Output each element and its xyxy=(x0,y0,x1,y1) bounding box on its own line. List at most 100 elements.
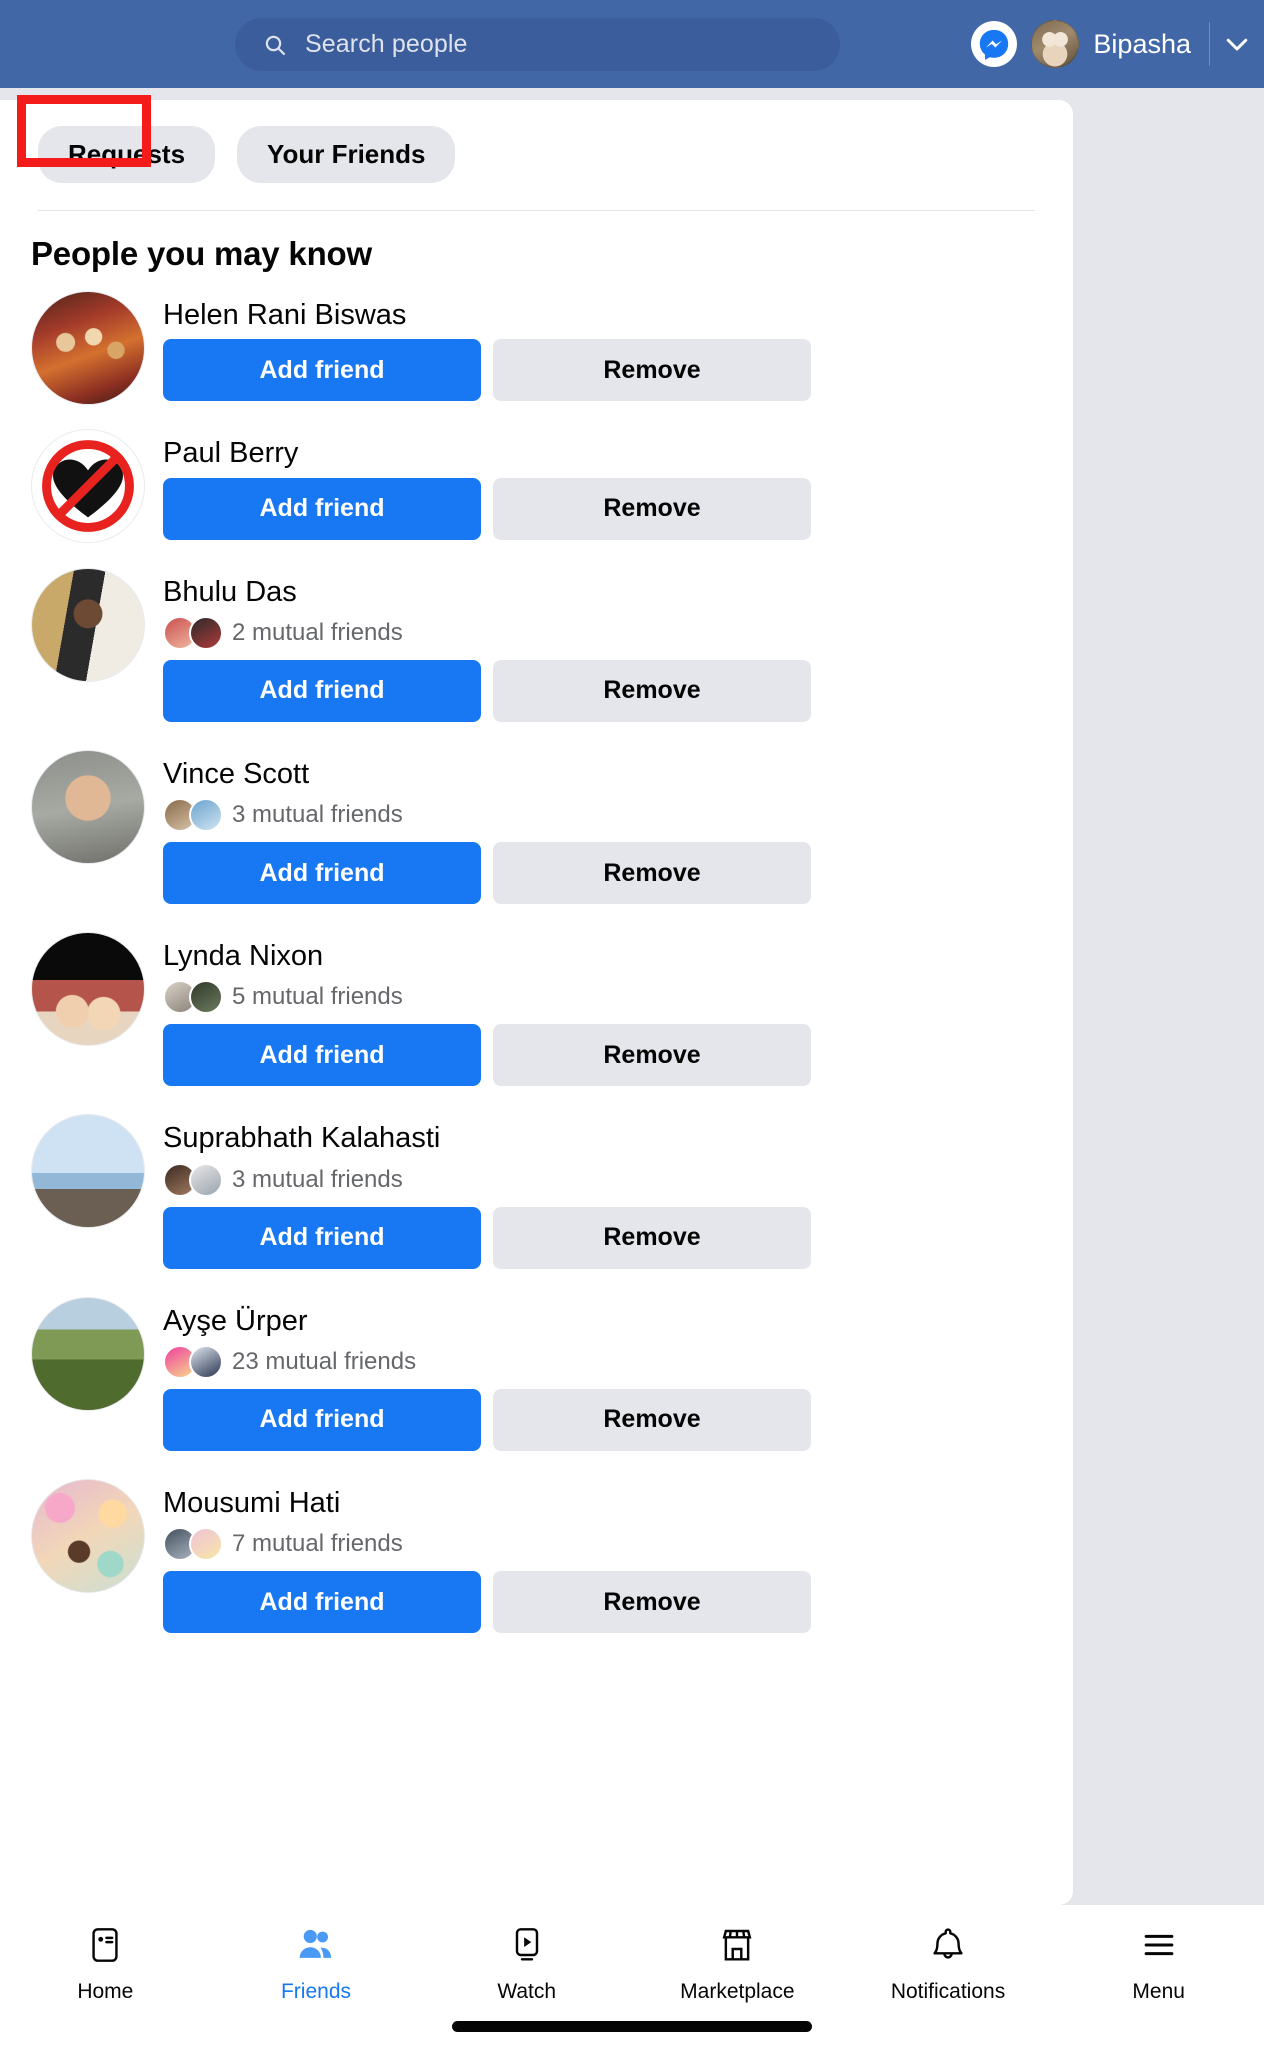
person-name[interactable]: Bhulu Das xyxy=(163,574,1039,610)
tab-your-friends[interactable]: Your Friends xyxy=(237,126,456,183)
mutual-avatar xyxy=(189,798,223,832)
mutual-friend-avatars xyxy=(163,980,223,1015)
home-indicator-bar xyxy=(452,2021,812,2032)
mutual-avatar xyxy=(189,1527,223,1561)
person-avatar[interactable] xyxy=(31,1296,145,1411)
list-item: Vince Scott 3 mutual friends Add friend … xyxy=(0,746,1073,922)
person-name[interactable]: Ayşe Ürper xyxy=(163,1303,1039,1339)
mutual-friend-avatars xyxy=(163,798,223,832)
account-name: Bipasha xyxy=(1093,28,1191,59)
list-item: Suprabhath Kalahasti 3 mutual friends Ad… xyxy=(0,1110,1073,1286)
list-item: Bhulu Das 2 mutual friends Add friend Re… xyxy=(0,564,1073,740)
add-friend-button[interactable]: Add friend xyxy=(163,659,481,722)
marketplace-icon xyxy=(717,1925,757,1970)
nav-item-notifications[interactable]: Notifications xyxy=(843,1925,1054,2004)
watch-play-icon xyxy=(507,1925,547,1970)
list-item: Helen Rani Biswas Add friend Remove xyxy=(0,287,1073,419)
chevron-down-icon[interactable] xyxy=(1210,29,1264,59)
search-input[interactable]: Search people xyxy=(235,18,840,71)
person-name[interactable]: Helen Rani Biswas xyxy=(163,297,1039,333)
mutual-friends: 7 mutual friends xyxy=(163,1527,1039,1561)
nav-item-marketplace[interactable]: Marketplace xyxy=(632,1925,843,2004)
mutual-friend-avatars xyxy=(163,1344,223,1379)
remove-button[interactable]: Remove xyxy=(493,842,811,904)
mutual-friends: 5 mutual friends xyxy=(163,980,1039,1015)
person-avatar[interactable] xyxy=(31,1114,145,1229)
tab-requests[interactable]: Requests xyxy=(38,126,216,183)
remove-button[interactable]: Remove xyxy=(493,1571,811,1633)
add-friend-button[interactable]: Add friend xyxy=(163,1024,481,1087)
nav-label: Friends xyxy=(280,1980,352,2003)
person-name[interactable]: Paul Berry xyxy=(163,435,1039,471)
home-feed-icon xyxy=(85,1925,125,1970)
list-item: Mousumi Hati 7 mutual friends Add friend… xyxy=(0,1475,1073,1651)
person-avatar[interactable] xyxy=(31,749,145,864)
remove-button[interactable]: Remove xyxy=(493,339,811,402)
add-friend-button[interactable]: Add friend xyxy=(163,1388,481,1451)
remove-button[interactable]: Remove xyxy=(493,1024,811,1087)
mutual-friends-count: 7 mutual friends xyxy=(232,1530,403,1557)
mutual-friends-count: 3 mutual friends xyxy=(232,1165,403,1193)
person-avatar[interactable] xyxy=(31,932,145,1046)
nav-label: Notifications xyxy=(890,1980,1006,2003)
add-friend-button[interactable]: Add friend xyxy=(163,1206,481,1269)
bottom-navigation-bar: Home Friends Watch Marketplace Notificat… xyxy=(0,1905,1264,2048)
friends-panel: Requests Your Friends People you may kno… xyxy=(0,100,1073,1905)
bell-icon xyxy=(928,1925,968,1970)
remove-button[interactable]: Remove xyxy=(493,1206,811,1269)
nav-item-friends[interactable]: Friends xyxy=(211,1925,422,2004)
mutual-friends: 23 mutual friends xyxy=(163,1344,1039,1379)
person-name[interactable]: Suprabhath Kalahasti xyxy=(163,1120,1039,1156)
mutual-avatar xyxy=(189,1344,223,1379)
mutual-friends: 3 mutual friends xyxy=(163,798,1039,832)
mutual-friends-count: 2 mutual friends xyxy=(232,618,403,646)
list-item: Ayşe Ürper 23 mutual friends Add friend … xyxy=(0,1293,1073,1469)
mutual-friends-count: 3 mutual friends xyxy=(232,801,403,828)
person-avatar[interactable] xyxy=(31,291,145,405)
mutual-avatar xyxy=(189,1162,223,1197)
header-right-group: Bipasha xyxy=(971,0,1264,88)
mutual-friend-avatars xyxy=(163,1162,223,1197)
nav-label: Marketplace xyxy=(680,1980,795,2003)
page-title: People you may know xyxy=(31,235,372,272)
remove-button[interactable]: Remove xyxy=(493,477,811,540)
top-header-bar: Search people Bipasha xyxy=(0,0,1264,88)
nav-label: Home xyxy=(77,1980,134,2003)
mutual-friends-count: 23 mutual friends xyxy=(232,1347,417,1375)
mutual-friends-count: 5 mutual friends xyxy=(232,983,403,1011)
avatar[interactable] xyxy=(1031,20,1080,68)
friends-icon xyxy=(296,1925,336,1970)
mutual-friend-avatars xyxy=(163,615,223,650)
add-friend-button[interactable]: Add friend xyxy=(163,842,481,904)
add-friend-button[interactable]: Add friend xyxy=(163,477,481,540)
nav-item-home[interactable]: Home xyxy=(0,1925,211,2004)
add-friend-button[interactable]: Add friend xyxy=(163,339,481,402)
search-placeholder-text: Search people xyxy=(305,30,468,58)
mutual-avatar xyxy=(189,980,223,1015)
mutual-friend-avatars xyxy=(163,1527,223,1561)
nav-label: Watch xyxy=(497,1980,557,2003)
person-name[interactable]: Vince Scott xyxy=(163,756,1039,792)
mutual-friends: 3 mutual friends xyxy=(163,1162,1039,1197)
people-you-may-know-list: Helen Rani Biswas Add friend Remove Paul… xyxy=(0,287,1073,1651)
person-avatar[interactable] xyxy=(31,429,145,544)
list-item: Lynda Nixon 5 mutual friends Add friend … xyxy=(0,928,1073,1104)
list-item: Paul Berry Add friend Remove xyxy=(0,425,1073,557)
add-friend-button[interactable]: Add friend xyxy=(163,1571,481,1633)
search-icon xyxy=(263,33,287,57)
person-name[interactable]: Lynda Nixon xyxy=(163,938,1039,974)
messenger-icon[interactable] xyxy=(971,21,1018,67)
no-heart-icon xyxy=(42,440,134,533)
person-name[interactable]: Mousumi Hati xyxy=(163,1485,1039,1521)
mutual-avatar xyxy=(189,615,223,650)
nav-item-watch[interactable]: Watch xyxy=(421,1925,632,2004)
remove-button[interactable]: Remove xyxy=(493,659,811,722)
hamburger-menu-icon xyxy=(1139,1925,1179,1970)
nav-item-menu[interactable]: Menu xyxy=(1053,1925,1264,2004)
nav-label: Menu xyxy=(1132,1980,1185,2003)
person-avatar[interactable] xyxy=(31,567,145,682)
tab-bar: Requests Your Friends xyxy=(0,100,1073,183)
remove-button[interactable]: Remove xyxy=(493,1388,811,1451)
person-avatar[interactable] xyxy=(31,1478,145,1593)
mutual-friends: 2 mutual friends xyxy=(163,615,1039,650)
